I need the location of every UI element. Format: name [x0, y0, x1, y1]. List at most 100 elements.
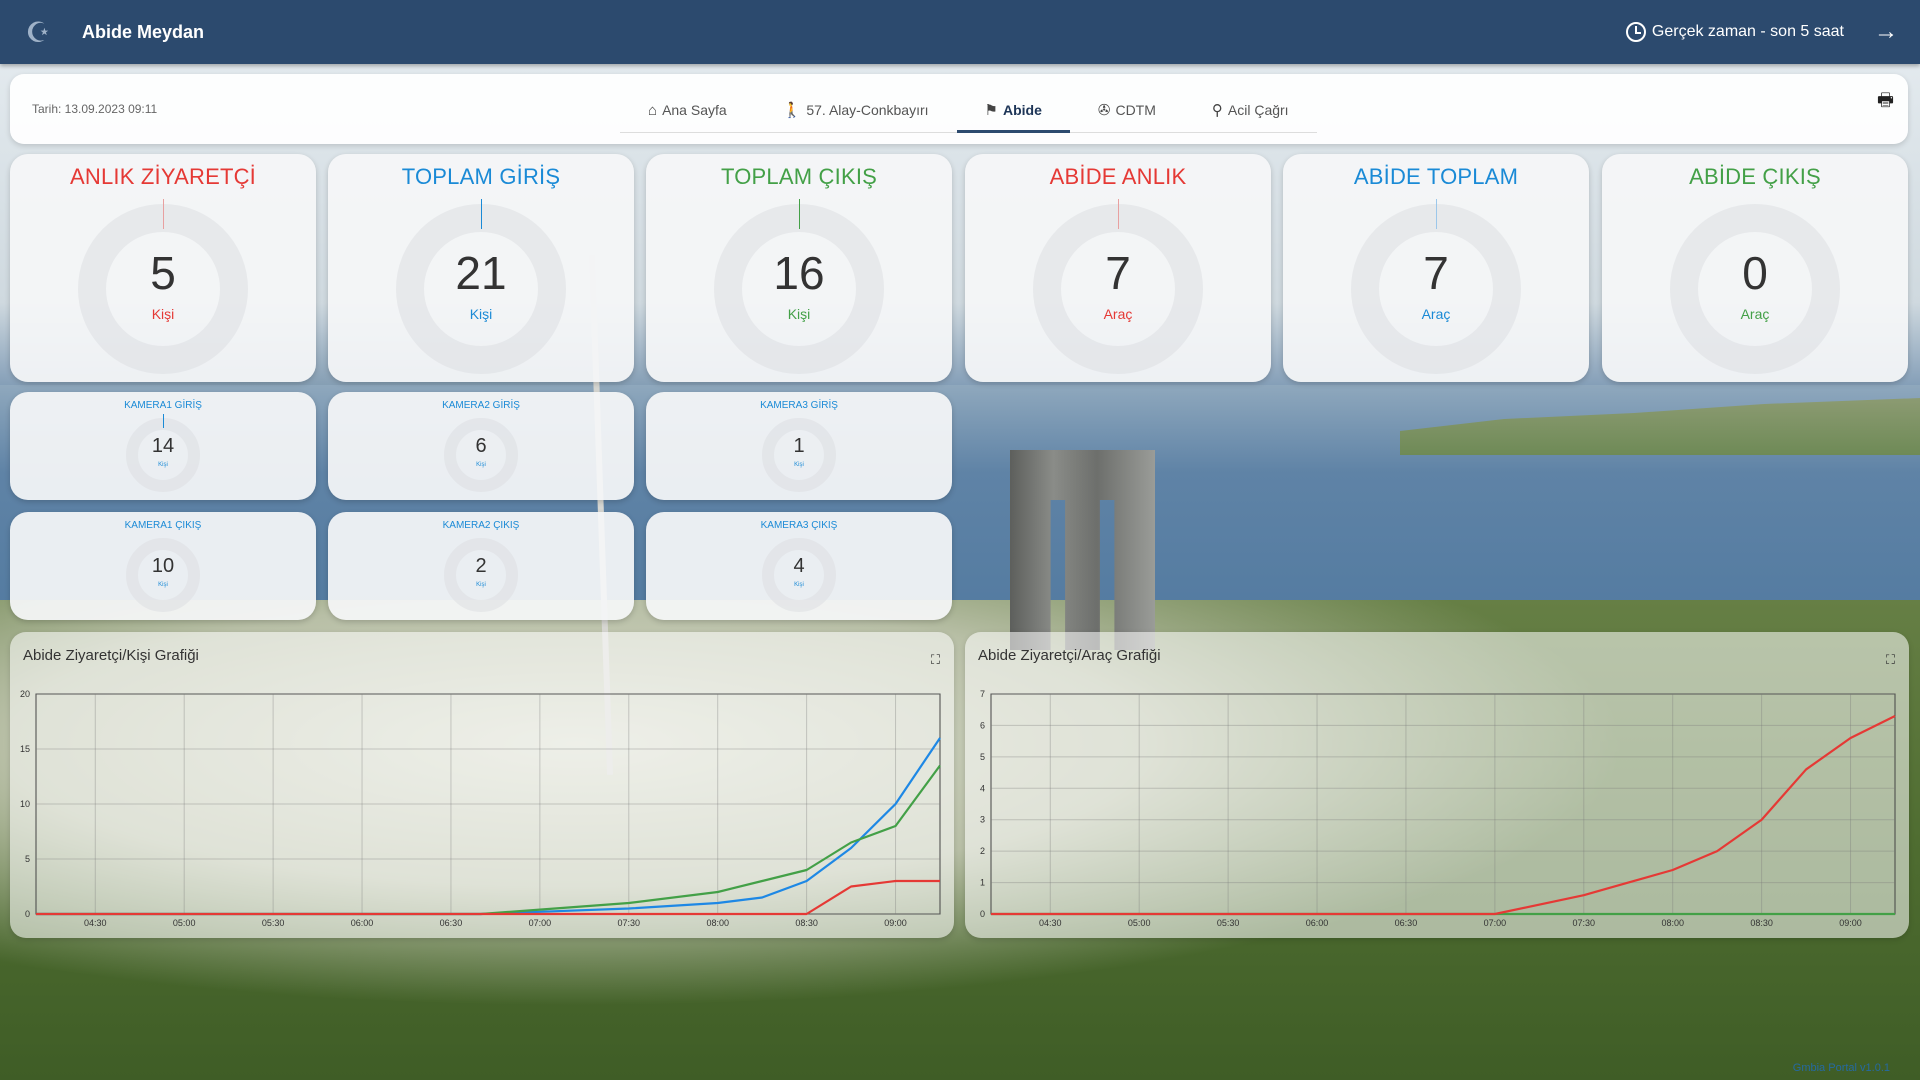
stat-card-toplam-cikis: TOPLAM ÇIKIŞ 16 Kişi	[646, 154, 952, 382]
stat-unit: Araç	[1421, 306, 1451, 322]
flag-icon: ⚑	[984, 102, 998, 119]
person-chart-card: Abide Ziyaretçi/Kişi Grafiği ⛶ 0 5 10 15 20 0…	[10, 632, 954, 938]
tab-label: 57. Alay-Conkbayırı	[806, 102, 929, 118]
camera-title: KAMERA1 GİRİŞ	[124, 400, 202, 411]
y-tick-label: 20	[20, 689, 30, 699]
stat-title: ABİDE ÇIKIŞ	[1689, 164, 1821, 189]
x-tick-label: 05:30	[262, 918, 285, 928]
x-tick-label: 06:30	[1395, 918, 1418, 928]
tab-alay-conkbayiri[interactable]: 🚶 57. Alay-Conkbayırı	[755, 88, 957, 132]
app-title: Abide Meydan	[82, 21, 205, 42]
series-line	[36, 737, 941, 916]
stat-title: ABİDE ANLIK	[1049, 164, 1187, 189]
stat-card-abide-cikis: ABİDE ÇIKIŞ 0 Araç	[1602, 154, 1908, 382]
y-tick-label: 10	[20, 799, 30, 809]
stat-title: TOPLAM ÇIKIŞ	[720, 164, 878, 189]
camera-card-kamera1-cikis: KAMERA1 ÇIKIŞ 10 Kişi	[10, 512, 316, 620]
camera-unit: Kişi	[476, 582, 486, 588]
stat-value: 16	[773, 247, 825, 299]
y-tick-label: 3	[980, 815, 985, 825]
camera-title: KAMERA2 GİRİŞ	[442, 400, 520, 411]
gauge-tick	[1435, 199, 1437, 229]
tab-acil-cagri[interactable]: ⚲ Acil Çağrı	[1184, 88, 1317, 132]
printer-icon[interactable]: 🖶	[1877, 88, 1894, 118]
tab-cdtm[interactable]: ✇ CDTM	[1070, 88, 1184, 132]
time-range-label: Gerçek zaman - son 5 saat	[1651, 23, 1844, 40]
y-tick-label: 1	[980, 878, 985, 888]
y-tick-label: 15	[20, 744, 30, 754]
camera-unit: Kişi	[158, 582, 168, 588]
series-line	[36, 764, 941, 916]
stat-title: ABİDE TOPLAM	[1353, 164, 1519, 189]
stat-unit: Kişi	[787, 306, 811, 322]
camera-card-kamera3-giris: KAMERA3 GİRİŞ 1 Kişi	[646, 392, 952, 500]
vehicle-line-chart: 0 1 2 3 4 5 6 7 04:30 05:00 05:30 06:00 06:30 07:00 07…	[980, 689, 1896, 928]
stat-unit: Kişi	[151, 306, 175, 322]
gauge-tick	[1117, 199, 1119, 229]
tab-label: Ana Sayfa	[662, 102, 727, 118]
camera-title: KAMERA3 GİRİŞ	[760, 400, 838, 411]
y-tick-label: 4	[980, 783, 985, 793]
background-monument	[1010, 450, 1155, 650]
x-tick-label: 06:00	[1306, 918, 1329, 928]
stat-unit: Araç	[1740, 306, 1770, 322]
x-tick-label: 09:00	[884, 918, 907, 928]
stat-title: TOPLAM GİRİŞ	[401, 164, 561, 189]
camera-value: 4	[793, 555, 805, 577]
vehicle-chart-card: Abide Ziyaretçi/Araç Grafiği ⛶ 012345670…	[965, 632, 1909, 938]
y-tick-label: 7	[980, 689, 985, 699]
nav-panel: Tarih: 13.09.2023 09:11 ⌂ Ana Sayfa 🚶 57…	[10, 74, 1908, 144]
location-pin-icon: ⚲	[1211, 102, 1223, 119]
tab-bar: ⌂ Ana Sayfa 🚶 57. Alay-Conkbayırı ⚑ Abid…	[620, 88, 1317, 133]
gauge-tick	[480, 199, 482, 229]
gauge-tick	[162, 414, 164, 428]
x-tick-label: 08:30	[795, 918, 818, 928]
camera-value: 1	[793, 435, 805, 457]
home-icon: ⌂	[648, 101, 658, 119]
camera-unit: Kişi	[794, 582, 804, 588]
stat-value: 7	[1105, 247, 1131, 299]
x-tick-label: 06:00	[351, 918, 374, 928]
x-tick-label: 07:30	[618, 918, 641, 928]
y-tick-label: 5	[25, 854, 30, 864]
camera-value: 6	[475, 435, 487, 457]
y-tick-label: 0	[980, 909, 985, 919]
camera-card-kamera2-giris: KAMERA2 GİRİŞ 6 Kişi	[328, 392, 634, 500]
stat-card-abide-toplam: ABİDE TOPLAM 7 Araç	[1283, 154, 1589, 382]
footer-version-link[interactable]: Gmbia Portal v1.0.1	[1793, 1062, 1890, 1074]
aperture-icon: ✇	[1097, 102, 1111, 119]
x-tick-label: 07:30	[1573, 918, 1596, 928]
x-tick-label: 07:00	[529, 918, 552, 928]
tab-label: CDTM	[1115, 102, 1156, 118]
person-line-chart: 0 5 10 15 20 04:30 05:00 05:30 06:00 06:30 07:00 07…	[20, 689, 941, 928]
x-tick-label: 08:00	[1661, 918, 1684, 928]
x-tick-label: 08:30	[1750, 918, 1773, 928]
x-tick-label: 08:00	[706, 918, 729, 928]
tab-label: Acil Çağrı	[1227, 102, 1289, 118]
time-range-selector[interactable]: Gerçek zaman - son 5 saat	[1625, 22, 1844, 42]
arrow-right-icon[interactable]: →	[1874, 18, 1898, 46]
y-tick-label: 0	[25, 909, 30, 919]
camera-card-kamera1-giris: KAMERA1 GİRİŞ 14 Kişi	[10, 392, 316, 500]
camera-title: KAMERA3 ÇIKIŞ	[760, 520, 838, 531]
camera-title: KAMERA1 ÇIKIŞ	[124, 520, 202, 531]
gauge-tick	[162, 199, 164, 229]
stat-value: 21	[455, 247, 507, 299]
x-tick-label: 04:30	[84, 918, 107, 928]
y-tick-label: 2	[980, 846, 985, 856]
tab-abide[interactable]: ⚑ Abide	[956, 88, 1071, 133]
camera-card-kamera2-cikis: KAMERA2 ÇIKIŞ 2 Kişi	[328, 512, 634, 620]
clock-icon	[1625, 22, 1646, 42]
x-tick-label: 05:00	[1128, 918, 1151, 928]
stat-value: 7	[1423, 247, 1449, 299]
hiker-icon: 🚶	[782, 102, 802, 119]
camera-value: 14	[151, 435, 175, 457]
stat-card-anlik-ziyaretci: ANLIK ZİYARETÇİ 5 Kişi	[10, 154, 316, 382]
tab-label: Abide	[1002, 102, 1042, 118]
crescent-star-logo-icon: ☪	[25, 16, 51, 48]
tab-ana-sayfa[interactable]: ⌂ Ana Sayfa	[620, 88, 755, 132]
x-tick-label: 04:30	[1039, 918, 1062, 928]
stat-value: 0	[1742, 247, 1768, 299]
x-tick-label: 07:00	[1484, 918, 1507, 928]
stat-unit: Kişi	[469, 306, 493, 322]
